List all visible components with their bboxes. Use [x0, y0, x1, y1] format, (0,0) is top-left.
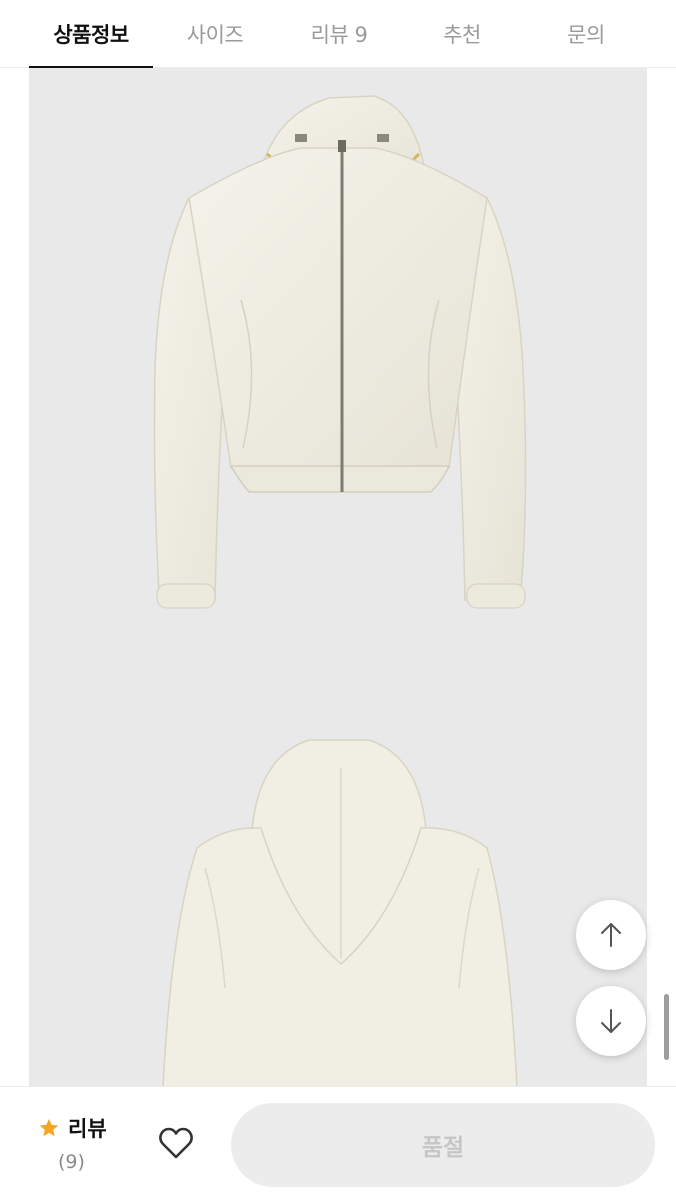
tab-label: 추천 [443, 23, 481, 47]
tab-label: 문의 [567, 23, 605, 47]
tab-size[interactable]: 사이즈 [153, 0, 277, 68]
review-summary[interactable]: 리뷰 (9) [38, 1113, 128, 1173]
star-icon [39, 1118, 59, 1137]
tab-label: 상품정보 [53, 23, 129, 47]
arrow-down-icon [601, 1009, 621, 1033]
tab-bar: 상품정보 사이즈 리뷰 9 추천 문의 [0, 0, 676, 69]
review-count: (9) [58, 1151, 85, 1173]
heart-icon [159, 1127, 193, 1159]
jacket-front-image [153, 95, 527, 609]
product-detail-images [29, 68, 647, 1086]
scrollbar[interactable] [664, 994, 669, 1060]
sold-out-button[interactable]: 품절 [231, 1103, 655, 1187]
tab-recommend[interactable]: 추천 [400, 0, 524, 68]
tab-label: 사이즈 [186, 23, 244, 47]
jacket-back-image [162, 739, 518, 1086]
tab-product-info[interactable]: 상품정보 [29, 0, 153, 69]
tab-reviews[interactable]: 리뷰 9 [277, 0, 401, 68]
bottom-action-bar: 리뷰 (9) 품절 [0, 1086, 676, 1200]
scroll-down-button[interactable] [576, 986, 646, 1056]
review-label: 리뷰 [68, 1117, 107, 1141]
tab-inquiry[interactable]: 문의 [524, 0, 648, 68]
wishlist-button[interactable] [156, 1123, 196, 1163]
tab-label: 리뷰 9 [310, 23, 368, 47]
arrow-up-icon [601, 923, 621, 947]
scroll-up-button[interactable] [576, 900, 646, 970]
